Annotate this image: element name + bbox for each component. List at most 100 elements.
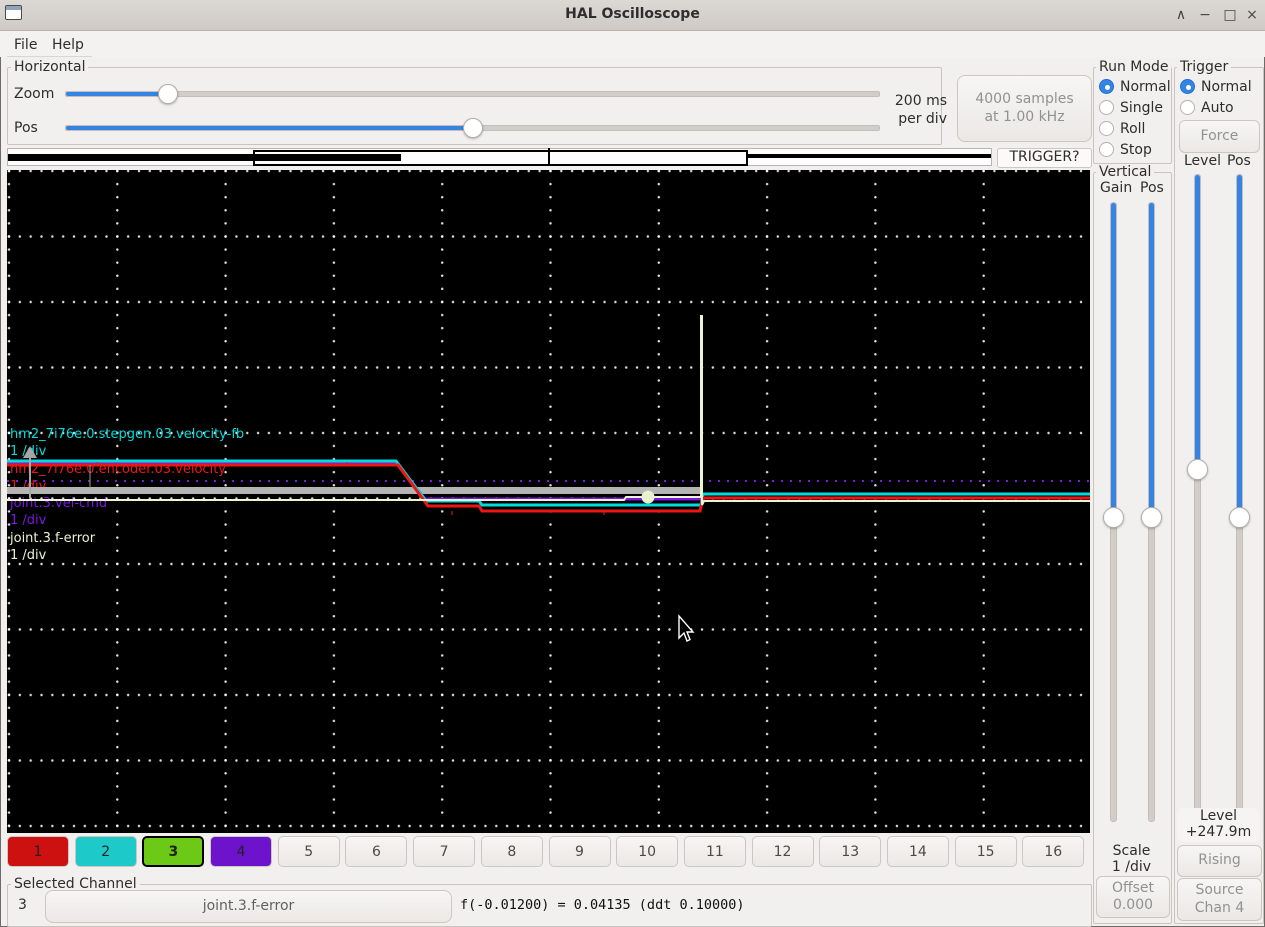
channel-button-15[interactable]: 15	[954, 836, 1017, 867]
channel-button-16[interactable]: 16	[1022, 836, 1085, 867]
time-per-div-line1: 200 ms	[894, 93, 947, 109]
channel-button-2[interactable]: 2	[74, 836, 137, 867]
channel-button-5[interactable]: 5	[277, 836, 340, 867]
vertical-pos-column-label: Pos	[1140, 180, 1164, 196]
maximize-button[interactable]: □	[1219, 4, 1241, 26]
samples-line2: at 1.00 kHz	[984, 108, 1065, 125]
trace-f-error	[7, 315, 1090, 506]
trigger-source-button[interactable]: Source Chan 4	[1177, 878, 1262, 921]
channel-button-8[interactable]: 8	[480, 836, 543, 867]
run_mode-option-normal[interactable]: Normal	[1099, 76, 1171, 97]
edge-button-label: Rising	[1198, 852, 1241, 869]
menu-file[interactable]: File	[10, 35, 41, 55]
trigger-option-auto[interactable]: Auto	[1180, 97, 1252, 118]
channel-button-10[interactable]: 10	[616, 836, 679, 867]
zoom-slider-thumb[interactable]	[158, 84, 178, 104]
radio-icon[interactable]	[1099, 100, 1114, 115]
trigger-position-tick	[548, 148, 550, 166]
hal-oscilloscope-window: HAL Oscilloscope ∧ − □ × File Help Horiz…	[0, 0, 1265, 927]
vertical-gain-thumb[interactable]	[1103, 507, 1124, 528]
shade-button[interactable]: ∧	[1170, 4, 1192, 26]
channel-button-row: 1 2 3 4 5 6 7 8 9 10 11 12 13 14 15 16	[7, 836, 1087, 867]
close-button[interactable]: ×	[1241, 4, 1263, 26]
run-mode-radio-group: Normal Single Roll Stop	[1099, 76, 1171, 160]
run_mode-option-single[interactable]: Single	[1099, 97, 1171, 118]
trigger-option-normal[interactable]: Normal	[1180, 76, 1252, 97]
run-mode-frame-label: Run Mode	[1096, 59, 1172, 75]
radio-icon[interactable]	[1180, 100, 1195, 115]
record-tail-bar	[746, 154, 991, 158]
title-bar[interactable]: HAL Oscilloscope ∧ − □ ×	[0, 0, 1265, 31]
vertical-pos-thumb[interactable]	[1141, 507, 1162, 528]
channel-button-1[interactable]: 1	[7, 836, 69, 867]
force-button-label: Force	[1200, 127, 1239, 144]
menu-underline	[7, 56, 92, 57]
trigger-pos-thumb[interactable]	[1229, 507, 1250, 528]
vertical-scale-readout: Scale 1 /div	[1093, 843, 1170, 875]
vertical-offset-button[interactable]: Offset 0.000	[1096, 876, 1170, 918]
radio-label: Roll	[1120, 120, 1146, 137]
record-position-bar[interactable]	[7, 148, 992, 166]
samples-line1: 4000 samples	[975, 91, 1074, 107]
vertical-pos-slider[interactable]	[1141, 202, 1162, 822]
trigger-edge-button[interactable]: Rising	[1177, 845, 1262, 877]
pos-slider-thumb[interactable]	[463, 118, 483, 138]
vertical-gain-column-label: Gain	[1100, 180, 1133, 196]
offset-button-value: 0.000	[1112, 897, 1154, 913]
vertical-frame-label: Vertical	[1096, 164, 1155, 180]
trigger-level-thumb[interactable]	[1187, 459, 1208, 480]
probe-readout: f(-0.01200) = 0.04135 (ddt 0.10000)	[460, 897, 745, 913]
vertical-gain-fill	[1111, 203, 1116, 516]
horizontal-pos-slider[interactable]	[65, 118, 880, 138]
channel-button-9[interactable]: 9	[548, 836, 611, 867]
channel-button-13[interactable]: 13	[819, 836, 882, 867]
radio-selected-icon[interactable]	[1180, 79, 1195, 94]
radio-icon[interactable]	[1099, 142, 1114, 157]
run_mode-option-roll[interactable]: Roll	[1099, 118, 1171, 139]
samples-rate-button[interactable]: 4000 samples at 1.00 kHz	[957, 75, 1092, 142]
channel-button-4[interactable]: 4	[210, 836, 273, 867]
selected-channel-number: 3	[18, 897, 27, 913]
source-button-value: Chan 4	[1194, 899, 1245, 916]
channel-button-6[interactable]: 6	[345, 836, 408, 867]
channel-button-7[interactable]: 7	[413, 836, 476, 867]
radio-label: Single	[1120, 99, 1164, 116]
source-button-label: Source	[1195, 882, 1244, 898]
zoom-slider-label: Zoom	[14, 86, 55, 102]
radio-icon[interactable]	[1099, 121, 1114, 136]
selected-channel-baseline-band	[7, 487, 701, 494]
horizontal-zoom-slider[interactable]	[65, 84, 880, 104]
vertical-gain-slider[interactable]	[1103, 202, 1124, 822]
selected-channel-name-button[interactable]: joint.3.f-error	[45, 890, 452, 923]
scale-label: Scale	[1112, 843, 1151, 859]
trigger-frame	[1174, 67, 1264, 924]
probe-point-dot	[641, 490, 655, 504]
view-window-box[interactable]	[253, 150, 748, 166]
trigger-level-slider[interactable]	[1187, 174, 1208, 812]
channel-button-14[interactable]: 14	[886, 836, 949, 867]
horizontal-frame-label: Horizontal	[11, 59, 89, 75]
radio-selected-icon[interactable]	[1099, 79, 1114, 94]
trigger-pos-fill	[1237, 175, 1242, 516]
scope-display[interactable]: hm2_7i76e.0.stepgen.03.velocity-fb 1 /div…	[7, 170, 1090, 833]
channel-button-12[interactable]: 12	[751, 836, 814, 867]
level-readout-label: Level	[1200, 808, 1237, 824]
trigger-pos-slider[interactable]	[1229, 174, 1250, 812]
menu-help[interactable]: Help	[48, 35, 88, 55]
trigger-radio-group: Normal Auto	[1180, 76, 1252, 118]
scale-value: 1 /div	[1111, 859, 1152, 875]
offset-button-label: Offset	[1111, 879, 1155, 896]
trigger-status-text: TRIGGER?	[1009, 149, 1080, 166]
zoom-slider-fill	[66, 92, 167, 96]
run_mode-option-stop[interactable]: Stop	[1099, 139, 1171, 160]
minimize-button[interactable]: −	[1194, 4, 1216, 26]
vertical-pos-fill	[1149, 203, 1154, 516]
trigger-level-fill	[1195, 175, 1200, 468]
trigger-status-button[interactable]: TRIGGER?	[997, 148, 1092, 168]
level-readout-value: +247.9m	[1185, 824, 1252, 840]
trigger-force-button[interactable]: Force	[1179, 120, 1260, 153]
channel-button-3[interactable]: 3	[142, 836, 205, 867]
channel-button-11[interactable]: 11	[683, 836, 746, 867]
mouse-cursor-icon	[678, 614, 695, 642]
radio-label: Stop	[1120, 141, 1152, 158]
